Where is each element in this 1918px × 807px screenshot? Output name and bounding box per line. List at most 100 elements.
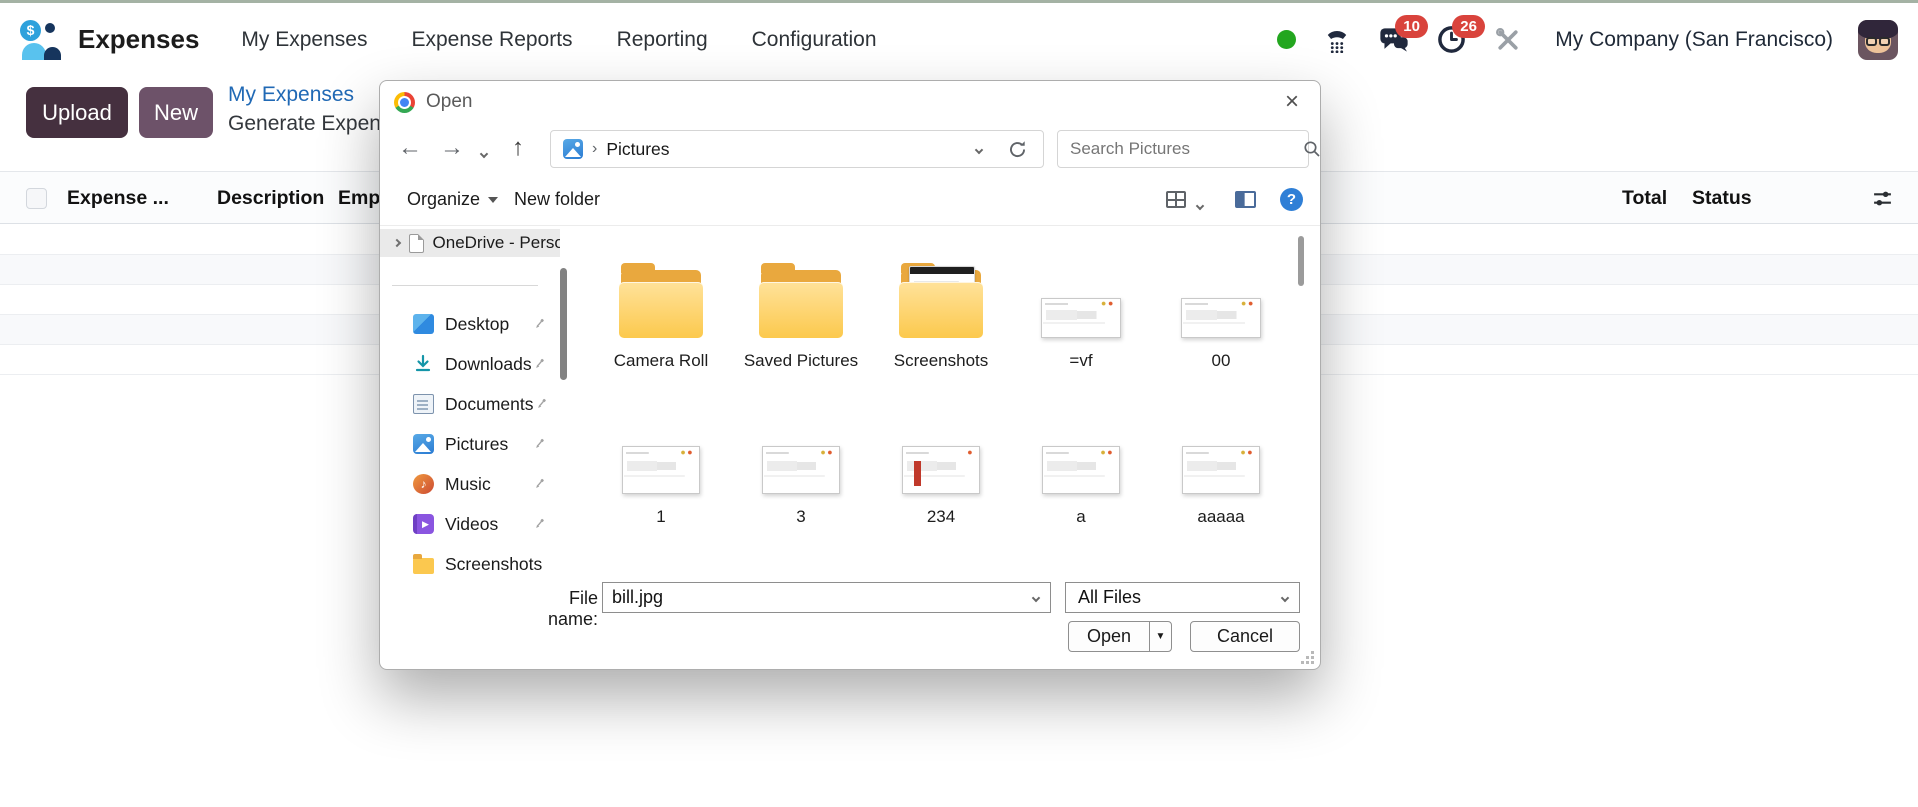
organize-button[interactable]: Organize [407,189,499,210]
content-scrollbar[interactable] [1298,234,1304,570]
menu-configuration[interactable]: Configuration [752,28,877,52]
grid-item-file[interactable]: aaaaa [1161,438,1281,527]
optional-columns-button[interactable] [1872,188,1893,209]
close-button[interactable]: × [1278,88,1306,116]
expand-chevron-icon[interactable] [392,238,402,248]
open-button-group: Open ▼ [1068,621,1172,652]
menu-reporting[interactable]: Reporting [617,28,708,52]
refresh-button[interactable] [1008,140,1027,159]
sidebar-item-label: Screenshots [445,553,543,574]
image-thumbnail [1181,298,1261,338]
grid-item-saved-pictures[interactable]: Saved Pictures [741,234,861,371]
file-label: aaaaa [1197,507,1245,526]
messages-button[interactable]: 10 [1378,14,1428,56]
new-button[interactable]: New [139,87,213,138]
address-bar[interactable]: › Pictures [550,130,1044,168]
pin-icon [532,437,546,451]
search-icon [1303,140,1320,158]
grid-item-camera-roll[interactable]: Camera Roll [601,234,721,371]
grid-item-screenshots[interactable]: Screenshots [881,234,1001,371]
new-folder-button[interactable]: New folder [514,189,600,210]
file-label: 1 [656,507,666,526]
sidebar-item-onedrive[interactable]: OneDrive - Perso [380,229,560,257]
image-thumbnail [1182,446,1260,494]
select-all-checkbox[interactable] [26,188,47,209]
address-dropdown-button[interactable] [974,140,984,158]
grid-item-file[interactable]: =vf [1021,234,1141,371]
main-menu: My Expenses Expense Reports Reporting Co… [241,28,876,52]
file-label: 00 [1211,351,1231,370]
videos-icon: ▶ [413,514,434,534]
preview-pane-button[interactable] [1235,191,1256,208]
grid-item-file[interactable]: 1 [601,438,721,527]
column-status[interactable]: Status [1692,172,1752,225]
app-title[interactable]: Expenses [78,24,199,55]
user-avatar[interactable] [1858,19,1898,60]
file-label: 3 [796,507,806,526]
voip-button[interactable] [1321,24,1353,56]
dialog-titlebar[interactable]: Open × [380,81,1320,123]
scrollbar-thumb[interactable] [1298,236,1304,286]
breadcrumb: My Expenses Generate Expen [228,83,381,136]
resize-grip[interactable] [1301,651,1314,664]
grid-item-file[interactable]: a [1021,438,1141,527]
image-thumbnail [762,446,840,494]
recent-locations-button[interactable] [479,144,489,162]
menu-my-expenses[interactable]: My Expenses [241,28,367,52]
organize-label: Organize [407,189,481,209]
chevron-down-icon[interactable] [1031,593,1041,602]
folder-with-screenshot-icon [897,260,985,338]
sidebar-item-documents[interactable]: Documents [380,384,560,424]
breadcrumb-separator-icon: › [592,140,598,157]
column-total[interactable]: Total [1622,172,1667,225]
view-mode-button[interactable] [1166,191,1186,208]
sidebar-item-screenshots[interactable]: Screenshots [380,544,560,576]
app-icon-shape [45,22,55,33]
forward-button[interactable]: → [440,134,464,162]
menu-expense-reports[interactable]: Expense Reports [411,28,572,52]
expenses-app-icon[interactable]: $ [20,19,62,60]
breadcrumb-my-expenses[interactable]: My Expenses [228,83,381,107]
sidebar-item-pictures[interactable]: Pictures [380,424,560,464]
grid-item-file[interactable]: 234 [881,438,1001,527]
sidebar-scrollbar[interactable] [560,266,567,571]
sidebar-item-music[interactable]: ♪ Music [380,464,560,504]
scrollbar-thumb[interactable] [560,268,567,380]
upload-button[interactable]: Upload [26,87,128,138]
sidebar-item-downloads[interactable]: Downloads [380,344,560,384]
search-box[interactable] [1057,130,1320,168]
sidebar-quick-access: Desktop Downloads Documents Pictures ♪ M… [380,304,560,576]
grid-item-file[interactable]: 3 [741,438,861,527]
chevron-down-icon[interactable] [1280,593,1290,602]
column-expense-date[interactable]: Expense ... [67,172,169,225]
file-name-input[interactable] [603,587,1033,608]
sliders-icon [1874,191,1891,206]
support-tools-button[interactable] [1492,24,1524,56]
column-employee[interactable]: Emp [338,172,380,225]
grid-item-file[interactable]: 00 [1161,234,1281,371]
sidebar-item-videos[interactable]: ▶ Videos [380,504,560,544]
open-button[interactable]: Open [1069,626,1149,647]
downloads-icon [413,354,434,374]
column-description[interactable]: Description [217,172,324,225]
sidebar-item-label: Videos [445,513,499,534]
up-button[interactable]: ↑ [512,134,524,162]
company-switcher[interactable]: My Company (San Francisco) [1555,28,1833,52]
open-split-dropdown[interactable]: ▼ [1149,622,1171,651]
sidebar-divider [392,285,538,286]
file-name-combobox[interactable] [602,582,1051,613]
file-type-dropdown[interactable]: All Files [1065,582,1300,613]
cancel-button[interactable]: Cancel [1190,621,1300,652]
help-button[interactable]: ? [1280,188,1303,211]
view-mode-dropdown[interactable] [1195,196,1205,214]
address-location[interactable]: Pictures [606,139,669,160]
file-label: 234 [926,507,956,526]
sidebar-item-desktop[interactable]: Desktop [380,304,560,344]
activities-button[interactable]: 26 [1435,14,1485,56]
navbar: $ Expenses My Expenses Expense Reports R… [0,3,1918,76]
back-button[interactable]: ← [398,134,422,162]
sidebar-item-label: Desktop [445,313,510,334]
chevron-down-icon [1195,201,1205,211]
search-input[interactable] [1058,131,1303,167]
image-thumbnail [1042,446,1120,494]
